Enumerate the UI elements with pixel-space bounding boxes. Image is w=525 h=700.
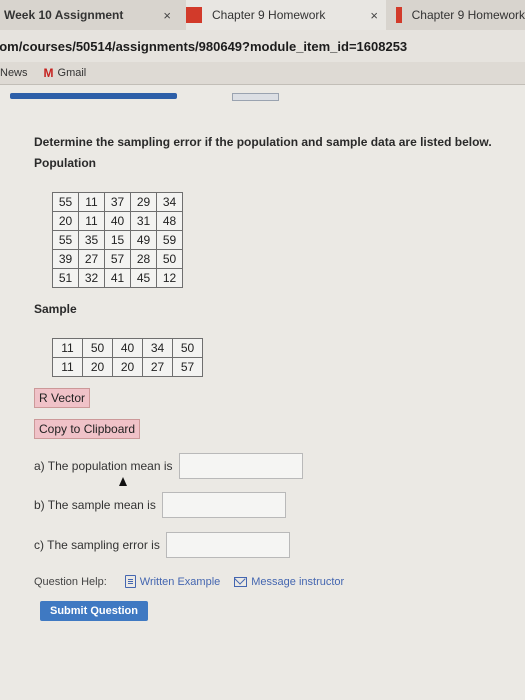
answer-c-label: c) The sampling error is	[34, 538, 160, 552]
bookmark-gmail[interactable]: M Gmail	[44, 66, 87, 80]
table-cell: 29	[130, 192, 157, 212]
progress-bar	[10, 93, 279, 101]
close-icon[interactable]: ×	[163, 8, 171, 23]
table-cell: 11	[78, 192, 105, 212]
table-cell: 51	[52, 268, 79, 288]
table-cell: 57	[104, 249, 131, 269]
favicon-icon	[396, 7, 402, 23]
table-row: 55 11 37 29 34	[52, 192, 183, 212]
table-cell: 20	[52, 211, 79, 231]
table-cell: 50	[172, 338, 203, 358]
favicon-icon	[186, 7, 202, 23]
table-cell: 27	[78, 249, 105, 269]
population-table: 55 11 37 29 34 20 11 40 31 48 55 35 15 49 59 39 27 57 28 50…	[52, 192, 183, 288]
population-mean-input[interactable]	[178, 453, 303, 479]
answer-c: c) The sampling error is	[34, 532, 290, 558]
table-cell: 12	[156, 268, 183, 288]
r-vector-button[interactable]: R Vector	[34, 388, 91, 408]
question-page: Determine the sampling error if the popu…	[0, 85, 525, 700]
bookmark-label: News	[0, 67, 28, 79]
table-cell: 15	[104, 230, 131, 250]
population-label: Population	[34, 156, 96, 170]
table-cell: 11	[78, 211, 105, 231]
sample-label: Sample	[34, 302, 77, 316]
copy-to-clipboard-button[interactable]: Copy to Clipboard	[34, 419, 141, 439]
table-cell: 55	[52, 230, 79, 250]
document-icon	[124, 575, 136, 588]
table-cell: 59	[156, 230, 183, 250]
table-cell: 28	[130, 249, 157, 269]
tab-title: Chapter 9 Homework	[411, 8, 525, 22]
table-cell: 20	[112, 357, 143, 377]
table-cell: 32	[78, 268, 105, 288]
sampling-error-input[interactable]	[165, 532, 290, 558]
table-row: 39 27 57 28 50	[52, 249, 183, 269]
table-row: 55 35 15 49 59	[52, 230, 183, 250]
table-cell: 37	[104, 192, 131, 212]
table-cell: 57	[172, 357, 203, 377]
table-cell: 41	[104, 268, 131, 288]
answer-b: b) The sample mean is	[34, 492, 286, 518]
message-instructor-link[interactable]: Message instructor	[234, 576, 344, 588]
message-instructor-label: Message instructor	[251, 575, 345, 588]
sample-table: 11 50 40 34 50 11 20 20 27 57	[52, 338, 203, 377]
table-row: 11 20 20 27 57	[52, 357, 203, 377]
answer-a: a) The population mean is	[34, 453, 303, 479]
table-cell: 35	[78, 230, 105, 250]
table-cell: 55	[52, 192, 79, 212]
tab-week10[interactable]: Week 10 Assignment ×	[0, 0, 185, 30]
table-cell: 34	[156, 192, 183, 212]
mouse-cursor-icon	[119, 477, 127, 486]
progress-box	[232, 93, 279, 101]
table-cell: 49	[130, 230, 157, 250]
tab-bar: Week 10 Assignment × Chapter 9 Homework …	[0, 0, 525, 30]
table-cell: 40	[112, 338, 143, 358]
mail-icon	[234, 576, 248, 587]
gmail-icon: M	[43, 66, 54, 80]
close-icon[interactable]: ×	[370, 8, 378, 23]
table-cell: 31	[130, 211, 157, 231]
table-cell: 34	[142, 338, 173, 358]
table-cell: 40	[104, 211, 131, 231]
bookmark-label: Gmail	[57, 67, 87, 79]
tab-title: Week 10 Assignment	[4, 8, 124, 22]
written-example-link[interactable]: Written Example	[124, 575, 221, 588]
question-help: Question Help: Written Example Message i…	[34, 575, 344, 588]
submit-question-button[interactable]: Submit Question	[40, 601, 148, 621]
table-cell: 48	[156, 211, 183, 231]
table-row: 20 11 40 31 48	[52, 211, 183, 231]
table-cell: 50	[156, 249, 183, 269]
answer-a-label: a) The population mean is	[34, 459, 173, 473]
tab-chapter9[interactable]: Chapter 9 Homework	[392, 0, 525, 30]
table-cell: 11	[52, 338, 83, 358]
tab-chapter9-active[interactable]: Chapter 9 Homework ×	[186, 0, 386, 30]
question-help-label: Question Help:	[34, 575, 107, 588]
table-cell: 50	[82, 338, 113, 358]
answer-b-label: b) The sample mean is	[34, 498, 156, 512]
sample-mean-input[interactable]	[161, 492, 286, 518]
table-cell: 27	[142, 357, 173, 377]
table-row: 51 32 41 45 12	[52, 268, 183, 288]
tab-title: Chapter 9 Homework	[212, 8, 326, 22]
bookmarks-bar: News M Gmail	[0, 62, 525, 85]
table-cell: 39	[52, 249, 79, 269]
table-cell: 11	[52, 357, 83, 377]
written-example-label: Written Example	[139, 575, 221, 588]
table-cell: 20	[82, 357, 113, 377]
address-bar[interactable]: com/courses/50514/assignments/980649?mod…	[0, 30, 525, 62]
bookmark-news[interactable]: News	[0, 67, 28, 79]
table-row: 11 50 40 34 50	[52, 338, 203, 358]
question-prompt: Determine the sampling error if the popu…	[34, 135, 492, 149]
table-cell: 45	[130, 268, 157, 288]
progress-fill	[10, 93, 177, 99]
url-text[interactable]: com/courses/50514/assignments/980649?mod…	[0, 39, 407, 54]
